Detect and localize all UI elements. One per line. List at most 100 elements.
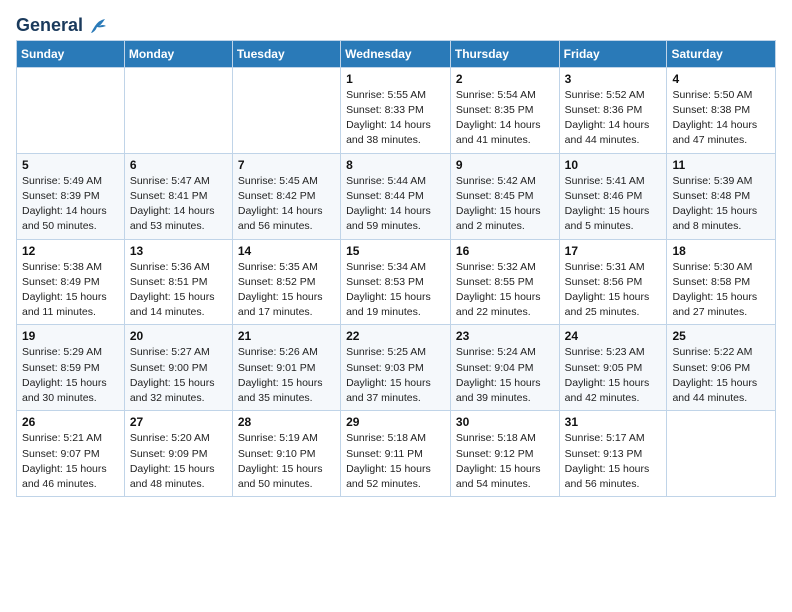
logo-bird-icon xyxy=(85,18,107,34)
weekday-header-wednesday: Wednesday xyxy=(341,40,451,67)
day-info: Sunrise: 5:39 AM Sunset: 8:48 PM Dayligh… xyxy=(672,174,770,235)
day-info: Sunrise: 5:27 AM Sunset: 9:00 PM Dayligh… xyxy=(130,345,227,406)
calendar-week-2: 5Sunrise: 5:49 AM Sunset: 8:39 PM Daylig… xyxy=(17,153,776,239)
day-number: 4 xyxy=(672,72,770,86)
day-info: Sunrise: 5:23 AM Sunset: 9:05 PM Dayligh… xyxy=(565,345,662,406)
day-info: Sunrise: 5:26 AM Sunset: 9:01 PM Dayligh… xyxy=(238,345,335,406)
calendar-week-1: 1Sunrise: 5:55 AM Sunset: 8:33 PM Daylig… xyxy=(17,67,776,153)
calendar-cell xyxy=(667,411,776,497)
calendar-cell: 31Sunrise: 5:17 AM Sunset: 9:13 PM Dayli… xyxy=(559,411,667,497)
calendar-cell: 24 Sunrise: 5:23 AM Sunset: 9:05 PM Dayli… xyxy=(559,325,667,411)
day-info: Sunrise: 5:47 AM Sunset: 8:41 PM Dayligh… xyxy=(130,174,227,235)
day-info: Sunrise: 5:44 AM Sunset: 8:44 PM Dayligh… xyxy=(346,174,445,235)
day-number: 5 xyxy=(22,158,119,172)
day-info: Sunrise: 5:32 AM Sunset: 8:55 PM Dayligh… xyxy=(456,260,554,321)
day-number: 23 xyxy=(456,329,554,343)
day-info: Sunrise: 5:50 AM Sunset: 8:38 PM Dayligh… xyxy=(672,88,770,149)
day-info: Sunrise: 5:19 AM Sunset: 9:10 PM Dayligh… xyxy=(238,431,335,492)
day-info: Sunrise: 5:54 AM Sunset: 8:35 PM Dayligh… xyxy=(456,88,554,149)
calendar-week-4: 19 Sunrise: 5:29 AM Sunset: 8:59 PM Dayli… xyxy=(17,325,776,411)
calendar-cell: 18Sunrise: 5:30 AM Sunset: 8:58 PM Dayli… xyxy=(667,239,776,325)
day-number: 26 xyxy=(22,415,119,429)
calendar-cell: 9 Sunrise: 5:42 AM Sunset: 8:45 PM Daylig… xyxy=(450,153,559,239)
calendar-cell: 12 Sunrise: 5:38 AM Sunset: 8:49 PM Dayli… xyxy=(17,239,125,325)
logo: General xyxy=(16,16,107,32)
day-number: 15 xyxy=(346,244,445,258)
day-number: 31 xyxy=(565,415,662,429)
day-info: Sunrise: 5:18 AM Sunset: 9:11 PM Dayligh… xyxy=(346,431,445,492)
day-number: 20 xyxy=(130,329,227,343)
day-number: 10 xyxy=(565,158,662,172)
day-number: 13 xyxy=(130,244,227,258)
day-number: 6 xyxy=(130,158,227,172)
weekday-header-tuesday: Tuesday xyxy=(232,40,340,67)
day-info: Sunrise: 5:35 AM Sunset: 8:52 PM Dayligh… xyxy=(238,260,335,321)
calendar-cell: 10 Sunrise: 5:41 AM Sunset: 8:46 PM Dayli… xyxy=(559,153,667,239)
calendar-cell: 26 Sunrise: 5:21 AM Sunset: 9:07 PM Dayli… xyxy=(17,411,125,497)
day-number: 12 xyxy=(22,244,119,258)
weekday-header-row: SundayMondayTuesdayWednesdayThursdayFrid… xyxy=(17,40,776,67)
day-number: 25 xyxy=(672,329,770,343)
calendar-cell: 20 Sunrise: 5:27 AM Sunset: 9:00 PM Dayli… xyxy=(124,325,232,411)
day-number: 17 xyxy=(565,244,662,258)
calendar-table: SundayMondayTuesdayWednesdayThursdayFrid… xyxy=(16,40,776,497)
calendar-week-5: 26 Sunrise: 5:21 AM Sunset: 9:07 PM Dayli… xyxy=(17,411,776,497)
weekday-header-saturday: Saturday xyxy=(667,40,776,67)
day-info: Sunrise: 5:20 AM Sunset: 9:09 PM Dayligh… xyxy=(130,431,227,492)
day-number: 30 xyxy=(456,415,554,429)
calendar-cell: 22 Sunrise: 5:25 AM Sunset: 9:03 PM Dayli… xyxy=(341,325,451,411)
day-info: Sunrise: 5:52 AM Sunset: 8:36 PM Dayligh… xyxy=(565,88,662,149)
day-info: Sunrise: 5:18 AM Sunset: 9:12 PM Dayligh… xyxy=(456,431,554,492)
calendar-cell: 23 Sunrise: 5:24 AM Sunset: 9:04 PM Dayli… xyxy=(450,325,559,411)
weekday-header-monday: Monday xyxy=(124,40,232,67)
day-number: 29 xyxy=(346,415,445,429)
day-number: 2 xyxy=(456,72,554,86)
day-info: Sunrise: 5:41 AM Sunset: 8:46 PM Dayligh… xyxy=(565,174,662,235)
logo-text: General xyxy=(16,16,83,36)
calendar-cell: 27Sunrise: 5:20 AM Sunset: 9:09 PM Dayli… xyxy=(124,411,232,497)
weekday-header-friday: Friday xyxy=(559,40,667,67)
day-info: Sunrise: 5:42 AM Sunset: 8:45 PM Dayligh… xyxy=(456,174,554,235)
day-number: 3 xyxy=(565,72,662,86)
weekday-header-sunday: Sunday xyxy=(17,40,125,67)
calendar-cell: 16Sunrise: 5:32 AM Sunset: 8:55 PM Dayli… xyxy=(450,239,559,325)
calendar-cell: 5Sunrise: 5:49 AM Sunset: 8:39 PM Daylig… xyxy=(17,153,125,239)
calendar-cell: 7 Sunrise: 5:45 AM Sunset: 8:42 PM Daylig… xyxy=(232,153,340,239)
day-info: Sunrise: 5:29 AM Sunset: 8:59 PM Dayligh… xyxy=(22,345,119,406)
day-number: 14 xyxy=(238,244,335,258)
day-number: 8 xyxy=(346,158,445,172)
calendar-cell: 4 Sunrise: 5:50 AM Sunset: 8:38 PM Daylig… xyxy=(667,67,776,153)
day-info: Sunrise: 5:24 AM Sunset: 9:04 PM Dayligh… xyxy=(456,345,554,406)
day-number: 24 xyxy=(565,329,662,343)
day-number: 21 xyxy=(238,329,335,343)
calendar-header: SundayMondayTuesdayWednesdayThursdayFrid… xyxy=(17,40,776,67)
day-info: Sunrise: 5:45 AM Sunset: 8:42 PM Dayligh… xyxy=(238,174,335,235)
calendar-cell: 29 Sunrise: 5:18 AM Sunset: 9:11 PM Dayli… xyxy=(341,411,451,497)
calendar-cell: 8 Sunrise: 5:44 AM Sunset: 8:44 PM Daylig… xyxy=(341,153,451,239)
day-info: Sunrise: 5:31 AM Sunset: 8:56 PM Dayligh… xyxy=(565,260,662,321)
day-info: Sunrise: 5:34 AM Sunset: 8:53 PM Dayligh… xyxy=(346,260,445,321)
day-number: 19 xyxy=(22,329,119,343)
day-info: Sunrise: 5:38 AM Sunset: 8:49 PM Dayligh… xyxy=(22,260,119,321)
day-number: 9 xyxy=(456,158,554,172)
calendar-cell: 30 Sunrise: 5:18 AM Sunset: 9:12 PM Dayli… xyxy=(450,411,559,497)
calendar-cell xyxy=(17,67,125,153)
calendar-cell: 3 Sunrise: 5:52 AM Sunset: 8:36 PM Daylig… xyxy=(559,67,667,153)
day-info: Sunrise: 5:55 AM Sunset: 8:33 PM Dayligh… xyxy=(346,88,445,149)
calendar-cell xyxy=(232,67,340,153)
day-info: Sunrise: 5:25 AM Sunset: 9:03 PM Dayligh… xyxy=(346,345,445,406)
page-header: General xyxy=(16,16,776,32)
calendar-cell xyxy=(124,67,232,153)
calendar-cell: 21 Sunrise: 5:26 AM Sunset: 9:01 PM Dayli… xyxy=(232,325,340,411)
day-number: 11 xyxy=(672,158,770,172)
calendar-cell: 2 Sunrise: 5:54 AM Sunset: 8:35 PM Daylig… xyxy=(450,67,559,153)
calendar-cell: 19 Sunrise: 5:29 AM Sunset: 8:59 PM Dayli… xyxy=(17,325,125,411)
day-info: Sunrise: 5:21 AM Sunset: 9:07 PM Dayligh… xyxy=(22,431,119,492)
day-number: 7 xyxy=(238,158,335,172)
calendar-cell: 11 Sunrise: 5:39 AM Sunset: 8:48 PM Dayli… xyxy=(667,153,776,239)
day-info: Sunrise: 5:22 AM Sunset: 9:06 PM Dayligh… xyxy=(672,345,770,406)
day-number: 28 xyxy=(238,415,335,429)
calendar-cell: 15 Sunrise: 5:34 AM Sunset: 8:53 PM Dayli… xyxy=(341,239,451,325)
day-number: 22 xyxy=(346,329,445,343)
calendar-cell: 6 Sunrise: 5:47 AM Sunset: 8:41 PM Daylig… xyxy=(124,153,232,239)
